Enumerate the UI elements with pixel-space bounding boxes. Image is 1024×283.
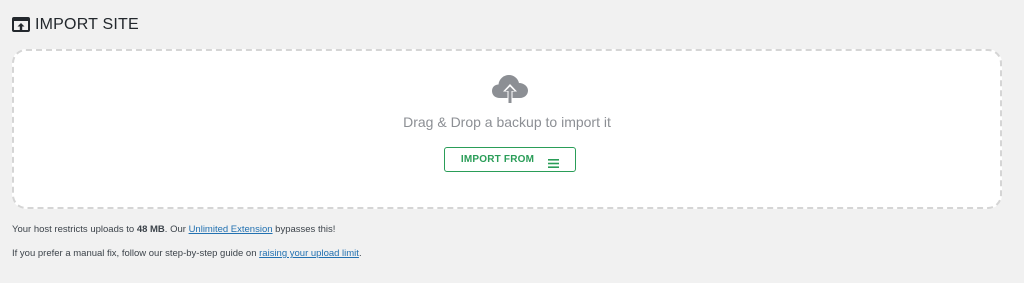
menu-icon (548, 155, 560, 168)
import-from-label: IMPORT FROM (460, 154, 535, 165)
unlimited-extension-link[interactable]: Unlimited Extension (189, 224, 273, 235)
upload-limit-note: Your host restricts uploads to 48 MB. Ou… (12, 224, 335, 235)
manual-fix-note-suffix: . (358, 248, 362, 259)
dropzone-instruction: Drag & Drop a backup to import it (403, 114, 611, 130)
cloud-upload-icon (491, 72, 529, 106)
upload-limit-note-suffix: bypasses this! (272, 224, 336, 235)
upload-limit-note-prefix: Your host restricts uploads to (12, 224, 137, 235)
manual-fix-note-prefix: If you prefer a manual fix, follow our s… (12, 248, 260, 259)
upload-limit-note-mid: . Our (164, 224, 189, 235)
upload-limit-value: 48 MB (136, 224, 165, 235)
import-from-button[interactable]: IMPORT FROM (444, 147, 576, 172)
backup-dropzone[interactable]: Drag & Drop a backup to import it IMPORT… (12, 49, 1002, 209)
import-site-icon (12, 16, 30, 34)
page-title: IMPORT SITE (35, 16, 139, 33)
manual-fix-note: If you prefer a manual fix, follow our s… (12, 248, 362, 259)
page-header: IMPORT SITE (12, 14, 139, 36)
raise-upload-limit-link[interactable]: raising your upload limit (259, 248, 359, 259)
